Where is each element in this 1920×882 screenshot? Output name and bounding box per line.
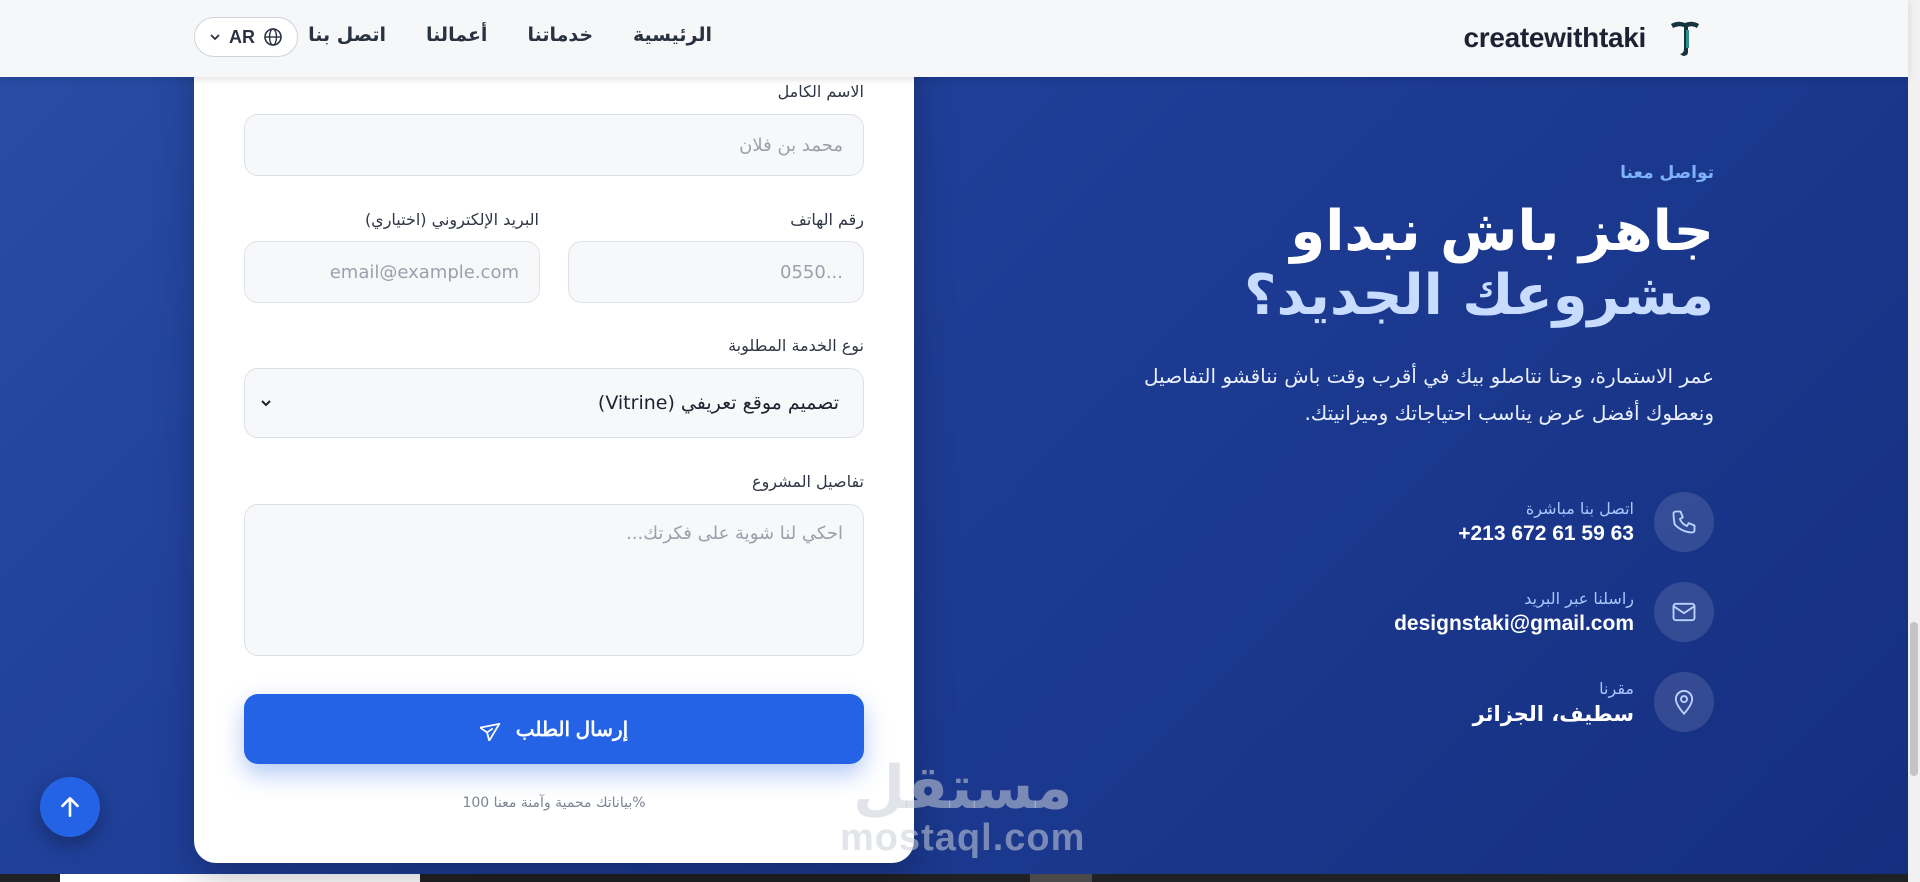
brand-logo-icon	[1668, 19, 1702, 57]
chevron-down-icon	[210, 34, 220, 41]
mail-icon	[1654, 582, 1714, 642]
service-type-value: تصميم موقع تعريفي (Vitrine)	[597, 392, 839, 414]
full-name-input[interactable]: محمد بن فلان	[244, 114, 864, 176]
section-title: جاهز باش نبداو مشروعك الجديد؟	[1244, 200, 1714, 328]
send-icon	[479, 722, 501, 741]
chevron-down-icon	[261, 400, 271, 407]
arrow-up-icon	[61, 797, 79, 817]
contact-location: مقرنا سطيف، الجزائر	[1473, 672, 1714, 732]
language-label: AR	[229, 26, 255, 47]
email-input[interactable]: email@example.com	[244, 241, 540, 303]
watermark-ar: مستقل	[852, 753, 1073, 823]
email-placeholder: email@example.com	[329, 261, 519, 283]
back-to-top-button[interactable]	[40, 777, 100, 837]
nav-item-portfolio[interactable]: أعمالنا	[426, 24, 487, 46]
contact-email-value[interactable]: designstaki@gmail.com	[1394, 612, 1634, 636]
phone-input[interactable]: 0550...	[568, 241, 864, 303]
phone-icon	[1654, 492, 1714, 552]
main-nav: الرئيسية خدماتنا أعمالنا اتصل بنا	[308, 24, 712, 46]
nav-item-services[interactable]: خدماتنا	[527, 24, 593, 46]
nav-item-home[interactable]: الرئيسية	[633, 24, 712, 46]
project-details-textarea[interactable]: احكي لنا شوية على فكرتك...	[244, 504, 864, 656]
email-label: البريد الإلكتروني (اختياري)	[364, 210, 539, 229]
project-details-label: تفاصيل المشروع	[752, 472, 864, 491]
scrollbar-thumb[interactable]	[1910, 622, 1918, 776]
top-navbar: createwithtaki الرئيسية خدماتنا أعمالنا …	[0, 0, 1908, 77]
watermark-en: mostaql.com	[840, 817, 1086, 859]
section-kicker: تواصل معنا	[1620, 163, 1714, 183]
privacy-note: بياناتك محمية وآمنة معنا 100%	[462, 795, 646, 811]
title-line-1: جاهز باش نبداو	[1290, 199, 1714, 264]
phone-placeholder: 0550...	[780, 261, 843, 283]
service-type-label: نوع الخدمة المطلوبة	[728, 336, 864, 355]
phone-label: رقم الهاتف	[790, 210, 864, 229]
title-line-2: مشروعك الجديد؟	[1244, 263, 1714, 328]
submit-label: إرسال الطلب	[515, 718, 629, 741]
taskbar-strip	[0, 874, 1908, 882]
contact-form-card: الاسم الكامل محمد بن فلان رقم الهاتف الب…	[194, 20, 914, 863]
language-switcher[interactable]: AR	[194, 17, 298, 57]
contact-phone-value[interactable]: +213 672 61 59 63	[1458, 522, 1634, 546]
contact-phone-caption: اتصل بنا مباشرة	[1525, 498, 1634, 518]
contact-phone[interactable]: اتصل بنا مباشرة +213 672 61 59 63	[1458, 492, 1714, 552]
service-type-select[interactable]: تصميم موقع تعريفي (Vitrine)	[244, 368, 864, 438]
full-name-placeholder: محمد بن فلان	[739, 134, 843, 156]
section-lead: عمر الاستمارة، وحنا نتاصلو بيك في أقرب و…	[1144, 364, 1714, 425]
nav-item-contact[interactable]: اتصل بنا	[308, 24, 386, 46]
watermark: مستقل mostaql.com	[840, 758, 1085, 858]
page-scrollbar[interactable]	[1908, 0, 1920, 882]
full-name-label: الاسم الكامل	[777, 82, 864, 101]
brand[interactable]: createwithtaki	[1463, 19, 1702, 57]
contact-email-caption: راسلنا عبر البريد	[1524, 588, 1634, 608]
project-details-placeholder: احكي لنا شوية على فكرتك...	[626, 523, 843, 544]
globe-icon	[264, 28, 282, 46]
submit-button[interactable]: إرسال الطلب	[244, 694, 864, 764]
contact-email[interactable]: راسلنا عبر البريد designstaki@gmail.com	[1394, 582, 1714, 642]
contact-location-caption: مقرنا	[1599, 678, 1634, 698]
contact-location-value: سطيف، الجزائر	[1472, 701, 1634, 726]
brand-name: createwithtaki	[1463, 22, 1646, 53]
map-pin-icon	[1654, 672, 1714, 732]
